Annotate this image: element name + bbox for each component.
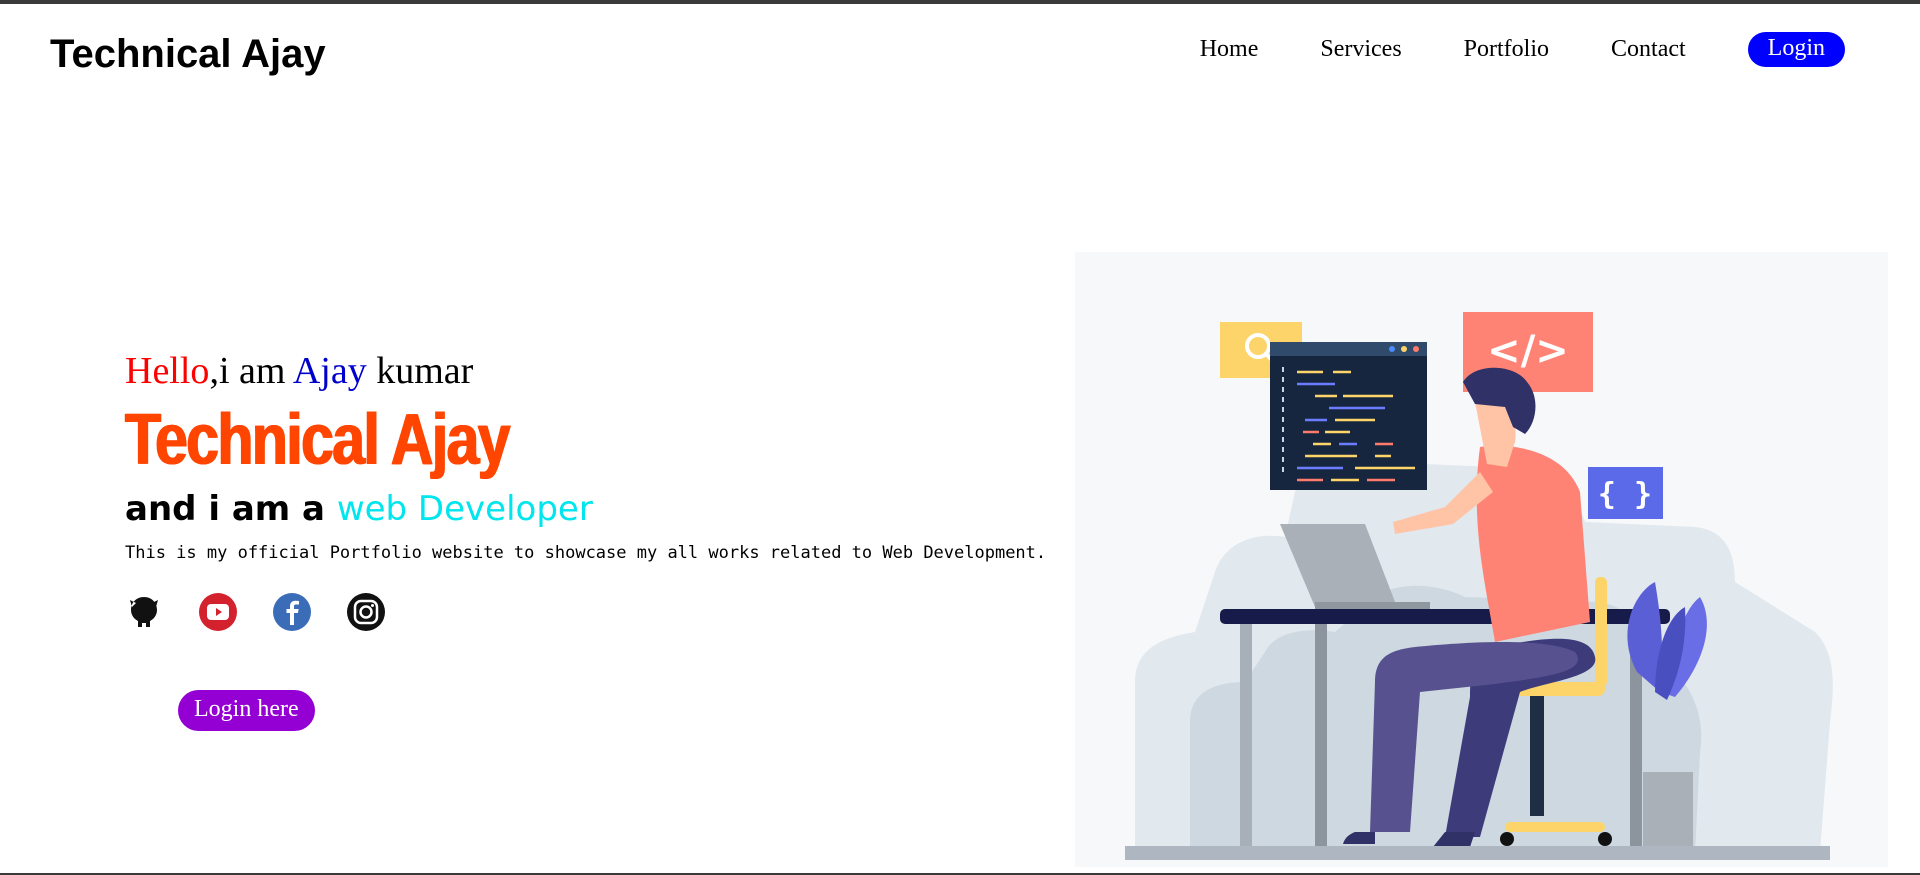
role-highlight: web Developer [336,489,593,529]
code-tag-badge: </> [1487,328,1569,374]
nav-login-button[interactable]: Login [1747,32,1845,67]
greeting-hello: Hello [125,350,210,392]
nav-portfolio[interactable]: Portfolio [1464,36,1549,63]
social-links [125,593,1046,631]
youtube-icon[interactable] [199,593,237,631]
hero-section: Hello,i am Ajay kumar Technical Ajay and… [125,349,1046,631]
brace-badge: { } [1598,477,1652,512]
nav-contact[interactable]: Contact [1611,36,1686,63]
greeting-name: Ajay [292,350,367,392]
instagram-icon[interactable] [347,593,385,631]
greeting-mid: ,i am [209,350,293,392]
hero-title: Technical Ajay [125,400,511,480]
hero-description: This is my official Portfolio website to… [125,543,1047,563]
hero-illustration: </> { } [1075,252,1888,867]
login-here-button[interactable]: Login here [178,690,315,731]
github-icon[interactable] [125,593,163,631]
main-nav: Home Services Portfolio Contact Login [1138,32,1845,67]
site-brand: Technical Ajay [50,32,326,76]
greeting: Hello,i am Ajay kumar [125,349,1046,393]
facebook-icon[interactable] [273,593,311,631]
role-line: and i am a web Developer [125,489,1046,529]
greeting-last: kumar [366,350,474,392]
nav-home[interactable]: Home [1200,36,1259,63]
nav-services[interactable]: Services [1320,36,1401,63]
role-prefix: and i am a [125,489,337,529]
